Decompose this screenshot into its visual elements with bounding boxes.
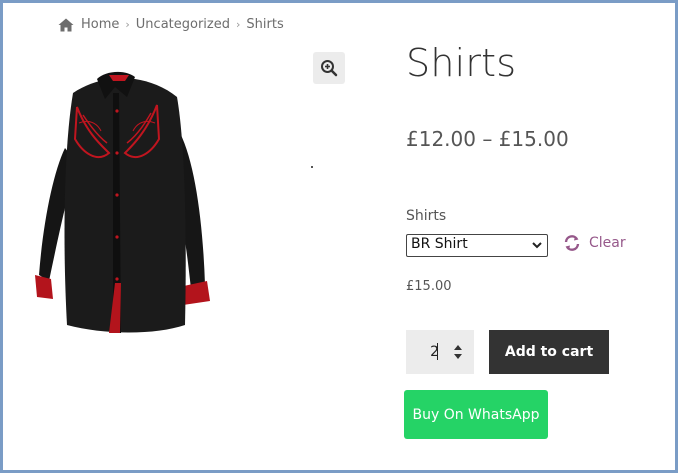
refresh-icon <box>564 235 580 251</box>
spinner-arrows-icon[interactable] <box>451 342 465 362</box>
clear-variation-link[interactable]: Clear <box>563 234 626 252</box>
product-image[interactable] <box>25 53 347 353</box>
clear-label: Clear <box>589 235 626 251</box>
page-frame: Home › Uncategorized › Shirts Shirts £12… <box>0 0 678 473</box>
breadcrumb-home[interactable]: Home <box>81 17 119 32</box>
chevron-down-icon <box>532 242 542 249</box>
chevron-right-icon: › <box>236 18 241 31</box>
variation-label: Shirts <box>406 208 447 224</box>
variation-select-value: BR Shirt <box>411 236 468 252</box>
divider-dot <box>311 166 313 168</box>
add-to-cart-button[interactable]: Add to cart <box>489 330 609 374</box>
price-range: £12.00 – £15.00 <box>406 127 569 151</box>
breadcrumb-uncategorized[interactable]: Uncategorized <box>136 17 230 32</box>
variation-price: £15.00 <box>406 279 452 294</box>
home-icon[interactable] <box>58 18 74 32</box>
magnify-plus-icon <box>321 60 338 77</box>
buy-on-whatsapp-button[interactable]: Buy On WhatsApp <box>404 390 548 439</box>
quantity-stepper[interactable]: 2 <box>406 330 474 374</box>
zoom-button[interactable] <box>313 52 345 84</box>
text-caret <box>437 343 438 360</box>
variation-select[interactable]: BR Shirt <box>406 234 548 257</box>
breadcrumb-current: Shirts <box>246 17 284 32</box>
breadcrumb: Home › Uncategorized › Shirts <box>58 17 284 32</box>
product-title: Shirts <box>406 41 517 85</box>
chevron-right-icon: › <box>125 18 130 31</box>
